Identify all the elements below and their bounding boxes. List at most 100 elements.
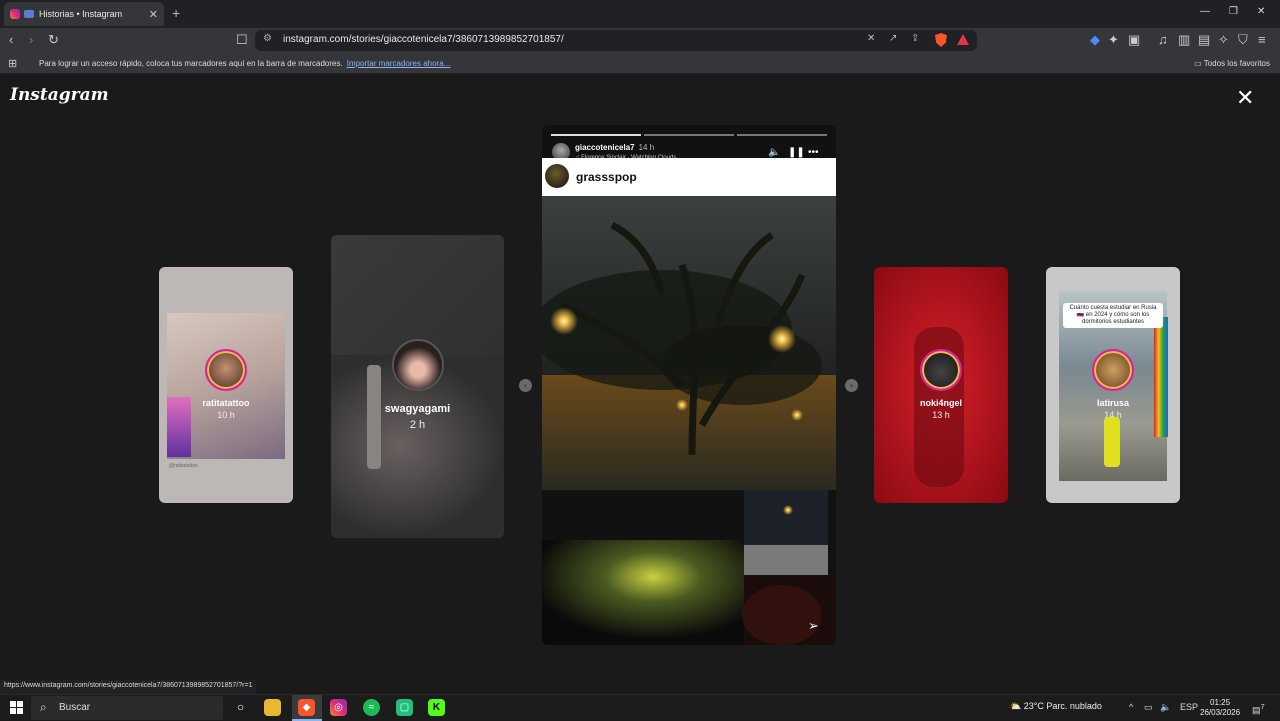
brave-shields-icon[interactable] [935,33,947,47]
wallet-icon[interactable]: ▣ [1128,32,1140,48]
file-explorer-icon[interactable] [264,699,281,716]
person-preview [1104,417,1120,467]
side-story-latirusa[interactable]: Cuánto cuesta estudiar en Rusia 🇷🇺 en 20… [1046,267,1180,503]
menu-icon[interactable]: ≡ [1258,32,1266,48]
story-caption: @ratitatattoo [169,463,198,469]
side-story-ratitatattoo[interactable]: ratitatattoo 10 h @ratitatattoo [159,267,293,503]
taskbar-search[interactable]: ⌕ Buscar [31,696,223,720]
wallet-2-icon[interactable]: ▤ [1198,32,1210,48]
mention-avatar [545,164,569,188]
kick-app-icon[interactable]: K [428,699,445,716]
tray-overflow-icon[interactable]: ^ [1129,702,1133,712]
story-time: 13 h [932,410,950,420]
site-settings-icon[interactable]: ⚙ [263,33,272,44]
lighter-preview [367,365,381,469]
story-viewer: Instagram ✕ ratitatattoo 10 h @ratitatat… [0,75,1280,695]
mute-tab-icon[interactable]: ✕ [867,33,875,44]
reload-icon[interactable]: ↻ [48,32,59,48]
brave-rewards-icon[interactable] [957,34,969,45]
search-icon: ⌕ [40,700,47,714]
story-username: latirusa [1096,398,1129,408]
story-caption: Cuánto cuesta estudiar en Rusia 🇷🇺 en 20… [1063,303,1163,328]
windows-start-icon[interactable] [10,701,23,714]
pause-icon[interactable]: ❚❚ [788,147,805,158]
mute-icon[interactable]: 🔈 [768,147,780,158]
network-icon[interactable]: ▭ [1144,702,1153,713]
folder-icon: ▭ [1194,59,1204,68]
mention-username: grassspop [576,170,637,184]
cortana-icon[interactable]: ○ [232,699,249,716]
apps-grid-icon[interactable]: ⊞ [8,57,17,70]
leo-ai-icon[interactable]: ✧ [1218,32,1229,48]
tab-instagram-stories[interactable]: Historias • Instagram ✕ [4,2,164,26]
volume-icon[interactable]: 🔈 [1160,702,1171,713]
more-options-icon[interactable]: ••• [808,147,819,158]
notification-center-icon[interactable]: ▤7 [1252,702,1265,716]
instagram-logo[interactable]: Instagram [10,85,109,105]
open-external-icon[interactable]: ↗ [889,33,897,44]
media-icon[interactable]: ♫ [1158,32,1168,48]
close-viewer-icon[interactable]: ✕ [1236,87,1254,109]
forward-icon[interactable]: › [29,32,33,48]
avatar [205,349,247,391]
back-icon[interactable]: ‹ [9,32,13,48]
previous-story-icon[interactable]: ‹ [519,379,532,392]
messaging-app-icon[interactable]: ▢ [396,699,413,716]
system-clock[interactable]: 01:25 26/03/2026 [1200,698,1240,718]
weather-widget[interactable]: ⛅ 23°C Parc. nublado [1010,701,1102,712]
minimize-button[interactable]: — [1200,6,1210,17]
language-indicator[interactable]: ESP [1180,702,1198,712]
instagram-app-icon[interactable]: ◎ [330,699,347,716]
current-story[interactable]: giaccotenicela714 h ♫ Florence Sinclair … [542,125,836,645]
browser-toolbar: ‹ › ↻ ☐ ⚙ instagram.com/stories/giaccote… [0,28,1280,53]
spotify-icon[interactable]: ≈ [363,699,380,716]
address-bar[interactable]: ⚙ instagram.com/stories/giaccotenicela7/… [255,30,977,51]
restore-button[interactable]: ❐ [1229,6,1238,17]
extensions-icon[interactable]: ✦ [1108,32,1119,48]
side-story-noki4ngel[interactable]: noki4ngel 13 h [874,267,1008,503]
tab-title: Historias • Instagram [39,9,123,19]
vpn-icon[interactable]: ⛉ [1238,32,1248,48]
url-text[interactable]: instagram.com/stories/giaccotenicela7/38… [283,34,564,45]
progress-segment [644,134,734,136]
status-url: https://www.instagram.com/stories/giacco… [0,680,257,694]
progress-segment [551,134,641,136]
avatar [1092,349,1134,391]
extension-badge-icon[interactable]: ◆ [1090,32,1100,48]
story-time: 14 h [638,143,655,152]
story-username: swagyagami [384,403,451,415]
story-time: 2 h [409,419,426,431]
all-bookmarks-label: Todos los favoritos [1203,59,1270,68]
story-username-text[interactable]: giaccotenicela7 [575,143,635,152]
story-username: ratitatattoo [202,398,250,408]
taskbar: ⌕ Buscar ○ ◆ ◎ ≈ ▢ K ⛅ 23°C Parc. nublad… [0,694,1280,721]
sidebar-icon[interactable]: ▥ [1178,32,1190,48]
next-story-icon[interactable]: › [845,379,858,392]
close-tab-icon[interactable]: ✕ [149,8,158,21]
bookmark-icon[interactable]: ☐ [236,32,248,48]
tab-group-icon [24,10,34,18]
send-icon[interactable]: ➢ [808,618,819,634]
weather-desc: Parc. nublado [1046,701,1102,711]
avatar [391,339,444,391]
story-media-image [542,195,836,645]
clock-time: 01:25 [1210,698,1231,707]
all-bookmarks-button[interactable]: ▭ Todos los favoritos [1194,59,1270,68]
new-tab-button[interactable]: + [172,5,180,21]
close-window-button[interactable]: ✕ [1257,6,1265,17]
story-username[interactable]: giaccotenicela7 14 h [575,143,654,152]
progress-segment [737,134,827,136]
instagram-favicon-icon [10,9,20,19]
bookmarks-bar: ⊞ Para lograr un acceso rápido, coloca t… [0,53,1280,74]
clock-date: 26/03/2026 [1200,708,1241,717]
mention-sticker[interactable]: grassspop [542,158,836,196]
import-bookmarks-link[interactable]: Importar marcadores ahora... [347,59,451,68]
share-icon[interactable]: ⇪ [911,33,919,44]
story-username: noki4ngel [919,398,962,408]
bookmarks-prompt-text: Para lograr un acceso rápido, coloca tus… [39,59,343,68]
search-placeholder: Buscar [59,702,91,713]
side-story-swagyagami[interactable]: swagyagami 2 h [331,235,504,538]
brave-browser-icon[interactable]: ◆ [298,699,315,716]
weather-temp: 23°C [1023,701,1044,711]
tab-strip: Historias • Instagram ✕ + — ❐ ✕ [0,0,1280,28]
